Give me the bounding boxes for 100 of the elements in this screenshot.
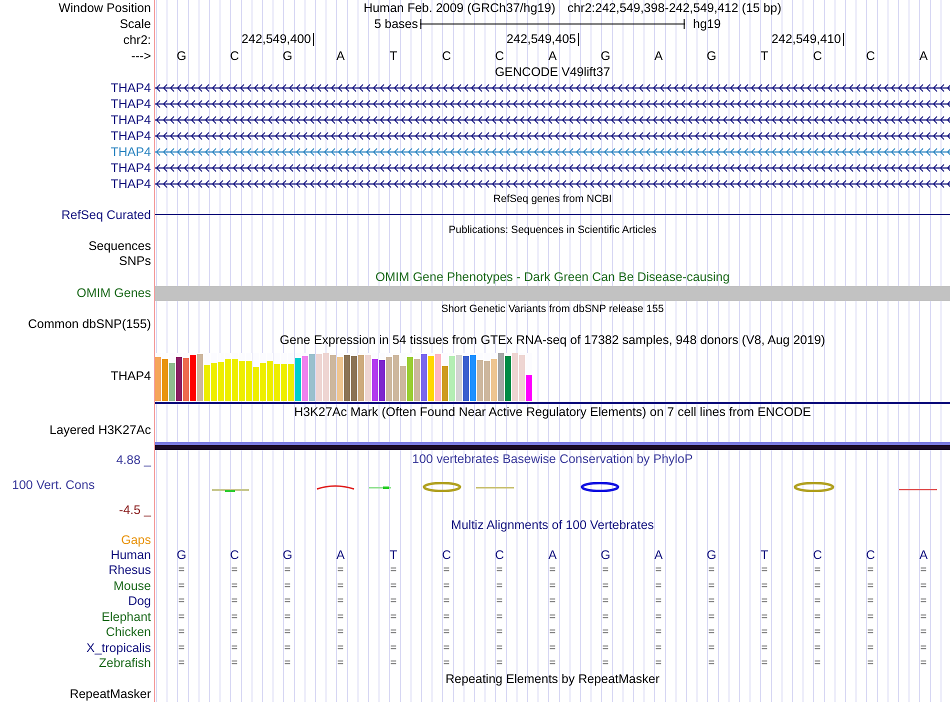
expression-bar[interactable] bbox=[365, 354, 371, 401]
species-label[interactable]: Mouse bbox=[113, 578, 151, 593]
expression-bar[interactable] bbox=[456, 354, 462, 401]
expression-bar[interactable] bbox=[239, 360, 245, 401]
expression-bar[interactable] bbox=[274, 364, 280, 401]
expression-bar[interactable] bbox=[407, 356, 413, 401]
species-label[interactable]: Dog bbox=[128, 594, 151, 608]
expression-bar[interactable] bbox=[386, 356, 392, 401]
expression-bar[interactable] bbox=[316, 354, 322, 401]
alignment-base: = bbox=[707, 610, 716, 623]
alignment-base: = bbox=[495, 610, 504, 623]
track-label[interactable]: 100 Vert. Cons bbox=[0, 478, 95, 492]
species-label[interactable]: Rhesus bbox=[108, 563, 151, 578]
track-label[interactable]: Layered H3K27Ac bbox=[50, 423, 151, 437]
expression-bar[interactable] bbox=[379, 360, 385, 401]
row-label: chr2: bbox=[123, 32, 151, 47]
expression-bar[interactable] bbox=[512, 353, 518, 401]
expression-bar[interactable] bbox=[169, 362, 175, 401]
gene-label[interactable]: THAP4 bbox=[110, 144, 151, 158]
track-label[interactable]: RepeatMasker bbox=[70, 687, 151, 702]
expression-bar[interactable] bbox=[183, 358, 189, 401]
gene-label[interactable]: THAP4 bbox=[110, 160, 151, 174]
expression-bar[interactable] bbox=[204, 365, 210, 401]
expression-bar[interactable] bbox=[323, 353, 329, 401]
alignment-base: = bbox=[760, 610, 769, 623]
expression-bar[interactable] bbox=[337, 356, 343, 401]
expression-bar[interactable] bbox=[197, 354, 203, 401]
alignment-base: = bbox=[177, 657, 186, 670]
signal-bar[interactable] bbox=[155, 442, 950, 450]
row-label: Scale bbox=[120, 17, 151, 31]
expression-bar[interactable] bbox=[498, 353, 504, 401]
species-label[interactable]: Zebrafish bbox=[98, 656, 151, 670]
expression-bar[interactable] bbox=[232, 359, 238, 401]
expression-bar[interactable] bbox=[519, 354, 525, 401]
expression-bar[interactable] bbox=[281, 364, 287, 401]
track-label[interactable]: RefSeq Curated bbox=[61, 208, 151, 222]
expression-bar[interactable] bbox=[253, 367, 259, 401]
expression-bar[interactable] bbox=[246, 360, 252, 401]
gene-label[interactable]: THAP4 bbox=[110, 369, 151, 383]
alignment-base: = bbox=[230, 610, 239, 623]
species-label[interactable]: Chicken bbox=[106, 625, 151, 640]
expression-bar[interactable] bbox=[463, 356, 469, 401]
expression-bar[interactable] bbox=[330, 354, 336, 401]
alignment-base: = bbox=[442, 626, 451, 638]
gene-line[interactable] bbox=[155, 214, 950, 216]
track-label[interactable]: SNPs bbox=[119, 254, 151, 268]
alignment-base: = bbox=[548, 626, 557, 638]
track-label[interactable]: OMIM Genes bbox=[76, 286, 151, 300]
expression-bar[interactable] bbox=[225, 359, 231, 401]
expression-bar[interactable] bbox=[435, 354, 441, 401]
expression-bar[interactable] bbox=[526, 374, 532, 401]
track-label[interactable]: Sequences bbox=[88, 238, 151, 253]
alignment-base: = bbox=[548, 657, 557, 670]
species-label[interactable]: Elephant bbox=[102, 610, 151, 624]
expression-bar[interactable] bbox=[414, 358, 420, 401]
base-letter: A bbox=[918, 48, 929, 62]
species-label[interactable]: Human bbox=[110, 548, 151, 562]
expression-bar[interactable] bbox=[505, 356, 511, 401]
gene-label[interactable]: THAP4 bbox=[110, 80, 151, 94]
track-label[interactable]: Common dbSNP(155) bbox=[28, 317, 151, 332]
expression-bar[interactable] bbox=[218, 362, 224, 401]
base-letter: C bbox=[228, 48, 240, 62]
alignment-base: = bbox=[813, 657, 822, 670]
alignment-base: = bbox=[283, 610, 292, 623]
expression-bar[interactable] bbox=[484, 361, 490, 401]
expression-bar[interactable] bbox=[358, 354, 364, 401]
expression-bar[interactable] bbox=[267, 360, 273, 401]
alignment-base: = bbox=[389, 580, 398, 592]
expression-bar[interactable] bbox=[442, 366, 448, 401]
expression-bar[interactable] bbox=[421, 354, 427, 401]
alignment-base: = bbox=[760, 657, 769, 670]
expression-bar[interactable] bbox=[309, 354, 315, 401]
expression-bar[interactable] bbox=[288, 364, 294, 401]
expression-bar[interactable] bbox=[428, 356, 434, 401]
expression-bar[interactable] bbox=[302, 356, 308, 401]
expression-bar[interactable] bbox=[211, 362, 217, 401]
expression-bar[interactable] bbox=[295, 358, 301, 401]
expression-bar[interactable] bbox=[344, 354, 350, 401]
expression-bar[interactable] bbox=[470, 354, 476, 401]
expression-bar[interactable] bbox=[155, 356, 161, 401]
expression-bar[interactable] bbox=[491, 358, 497, 401]
expression-bar[interactable] bbox=[477, 360, 483, 401]
gene-label[interactable]: THAP4 bbox=[110, 112, 151, 126]
base-letter: C bbox=[812, 48, 824, 62]
expression-bar[interactable] bbox=[260, 362, 266, 401]
expression-bar[interactable] bbox=[190, 355, 196, 401]
species-label[interactable]: X_tropicalis bbox=[86, 640, 151, 655]
phenotype-bar[interactable] bbox=[155, 286, 950, 300]
expression-bar[interactable] bbox=[351, 356, 357, 401]
expression-bar[interactable] bbox=[400, 366, 406, 401]
gene-label[interactable]: THAP4 bbox=[110, 96, 151, 110]
axis-max-label: 4.88 _ bbox=[116, 453, 151, 467]
gene-label[interactable]: THAP4 bbox=[110, 176, 151, 190]
expression-bar[interactable] bbox=[162, 359, 168, 401]
expression-bar[interactable] bbox=[393, 354, 399, 401]
gene-label[interactable]: THAP4 bbox=[110, 128, 151, 142]
expression-bar[interactable] bbox=[176, 356, 182, 401]
expression-bar[interactable] bbox=[449, 356, 455, 401]
expression-bar[interactable] bbox=[372, 358, 378, 401]
alignment-base: = bbox=[283, 595, 292, 608]
